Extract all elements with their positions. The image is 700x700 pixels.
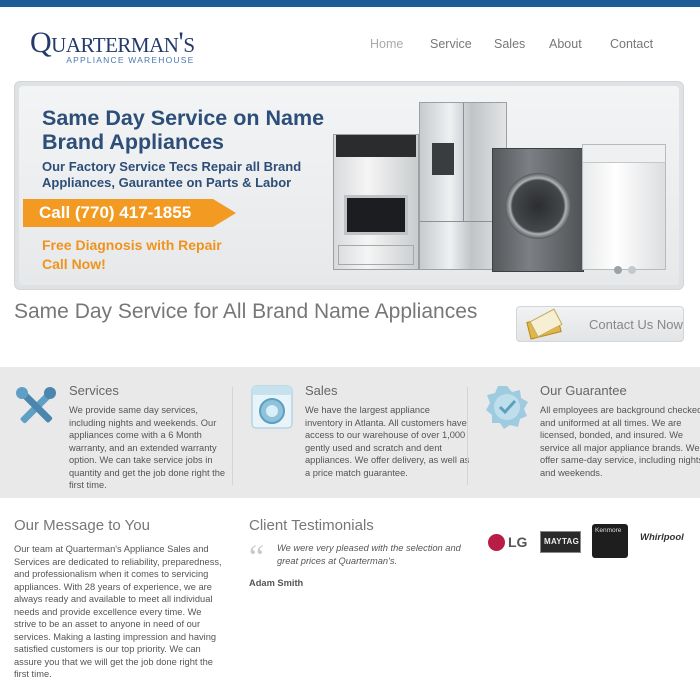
hero-panel: Same Day Service on Name Brand Appliance… [19, 86, 679, 285]
feature-title: Services [69, 383, 119, 398]
nav-sales[interactable]: Sales [494, 37, 549, 51]
features-band: Services We provide same day services, i… [0, 367, 700, 498]
washer-door [505, 173, 571, 239]
kenmore-logo-text: Kenmore [595, 527, 622, 534]
fridge-door-split [463, 103, 464, 221]
feature-text: We have the largest appliance inventory … [305, 405, 470, 478]
hero-banner[interactable]: Same Day Service on Name Brand Appliance… [14, 81, 684, 290]
slider-dot-2[interactable] [628, 266, 636, 274]
message-title: Our Message to You [14, 517, 150, 534]
stove-oven-door [344, 195, 408, 235]
whirlpool-logo: Whirlpool [640, 532, 690, 560]
call-now-line: Call Now! [42, 256, 106, 272]
whirlpool-logo-text: Whirlpool [640, 532, 684, 543]
testimonials-section: Client Testimonials “ We were very pleas… [249, 517, 469, 588]
nav-service[interactable]: Service [430, 37, 494, 51]
slider-dots [614, 266, 642, 274]
lg-logo-text: LG [508, 534, 528, 550]
testimonials-title: Client Testimonials [249, 517, 374, 534]
guarantee-seal-icon [486, 386, 528, 429]
feature-divider [232, 387, 233, 485]
slider-dot-1[interactable] [614, 266, 622, 274]
brand-logos: LG MAYTAG Kenmore Whirlpool [488, 524, 690, 560]
washer-icon [251, 385, 293, 429]
feature-divider [467, 387, 468, 485]
maytag-logo: MAYTAG [540, 531, 581, 553]
feature-text: We provide same day services, including … [69, 405, 226, 490]
message-section: Our Message to You Our team at Quarterma… [14, 517, 224, 681]
logo-wordmark: Quarterman's [30, 26, 195, 59]
hero-title: Same Day Service on Name Brand Appliance… [42, 106, 325, 154]
feature-title: Sales [305, 383, 338, 398]
front-load-washer-image [492, 148, 584, 272]
site-logo[interactable]: Quarterman's APPLIANCE WAREHOUSE [30, 26, 195, 66]
contact-us-button[interactable]: Contact Us Now [516, 306, 684, 342]
nav-contact[interactable]: Contact [610, 37, 660, 51]
nav-home[interactable]: Home [370, 37, 430, 51]
kenmore-logo: Kenmore [592, 524, 628, 558]
feature-title: Our Guarantee [540, 383, 627, 398]
top-accent-bar [0, 0, 700, 7]
main-nav: Home Service Sales About Contact [370, 37, 660, 51]
lg-logo-mark [488, 534, 505, 551]
quote-icon: “ [249, 539, 265, 576]
stove-image [333, 134, 419, 270]
washer-control-panel [583, 145, 665, 163]
page-tagline: Same Day Service for All Brand Name Appl… [14, 300, 478, 323]
free-diagnosis: Free Diagnosis with Repair Call Now! [42, 236, 222, 274]
feature-text: All employees are background checked and… [540, 405, 700, 478]
tools-icon [16, 387, 56, 424]
free-diagnosis-line: Free Diagnosis with Repair [42, 237, 222, 253]
hero-subtitle: Our Factory Service Tecs Repair all Bran… [42, 159, 302, 190]
site-header: Quarterman's APPLIANCE WAREHOUSE Home Se… [0, 7, 700, 80]
phone-callout[interactable]: Call (770) 417-1855 [23, 199, 236, 227]
phone-number: Call (770) 417-1855 [39, 203, 192, 222]
fridge-dispenser [432, 143, 454, 175]
envelope-icon [525, 308, 563, 340]
top-load-washer-image [582, 144, 666, 270]
lg-logo: LG [488, 532, 530, 560]
message-text: Our team at Quarterman's Appliance Sales… [14, 544, 222, 679]
testimonial-quote: We were very pleased with the selection … [277, 543, 461, 566]
testimonial-author: Adam Smith [249, 578, 304, 588]
maytag-logo-text: MAYTAG [544, 537, 580, 546]
stove-cooktop [336, 135, 416, 157]
nav-about[interactable]: About [549, 37, 610, 51]
stove-drawer [338, 245, 414, 265]
contact-us-label: Contact Us Now [589, 317, 683, 332]
